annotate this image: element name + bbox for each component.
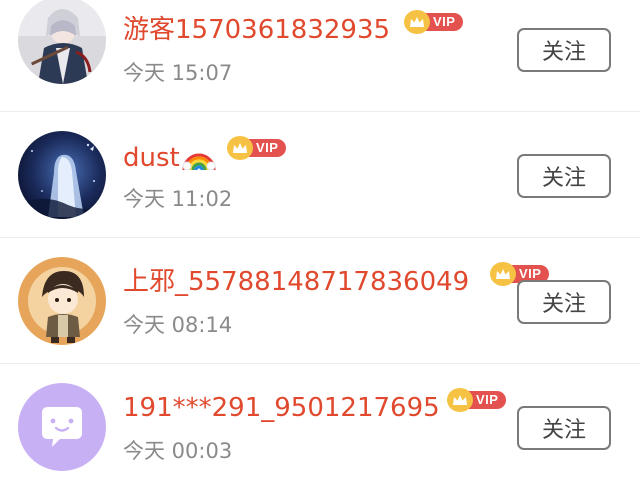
timestamp: 今天 15:07 <box>123 61 233 85</box>
avatar[interactable] <box>18 257 106 345</box>
list-item[interactable]: 上邪_55788148717836049 VIP 今天 08:14 关注 <box>0 238 640 364</box>
timestamp: 今天 11:02 <box>123 187 233 211</box>
rainbow-emoji-icon <box>182 140 216 171</box>
vip-badge: VIP <box>227 136 287 160</box>
follow-button[interactable]: 关注 <box>517 154 611 198</box>
list-item[interactable]: dust VIP 今天 11:02 关注 <box>0 112 640 238</box>
username[interactable]: 上邪_55788148717836049 <box>123 266 469 298</box>
username-text: dust <box>123 143 180 173</box>
crown-icon <box>447 388 473 412</box>
list-item[interactable]: 游客1570361832935 VIP 今天 15:07 关注 <box>0 0 640 112</box>
timestamp: 今天 00:03 <box>123 439 233 463</box>
crown-icon <box>227 136 253 160</box>
vip-badge: VIP <box>447 388 507 412</box>
follow-button[interactable]: 关注 <box>517 406 611 450</box>
follow-button[interactable]: 关注 <box>517 280 611 324</box>
crown-icon <box>404 10 430 34</box>
avatar[interactable] <box>18 383 106 471</box>
username[interactable]: 游客1570361832935 <box>123 14 390 46</box>
username[interactable]: dust <box>123 140 216 174</box>
follow-list: 游客1570361832935 VIP 今天 15:07 关注 dust VIP… <box>0 0 640 487</box>
list-item[interactable]: 191***291_9501217695 VIP 今天 00:03 关注 <box>0 364 640 487</box>
vip-badge: VIP <box>404 10 464 34</box>
crown-icon <box>490 262 516 286</box>
timestamp: 今天 08:14 <box>123 313 233 337</box>
avatar[interactable] <box>18 0 106 84</box>
avatar[interactable] <box>18 131 106 219</box>
follow-button[interactable]: 关注 <box>517 28 611 72</box>
username[interactable]: 191***291_9501217695 <box>123 392 440 424</box>
